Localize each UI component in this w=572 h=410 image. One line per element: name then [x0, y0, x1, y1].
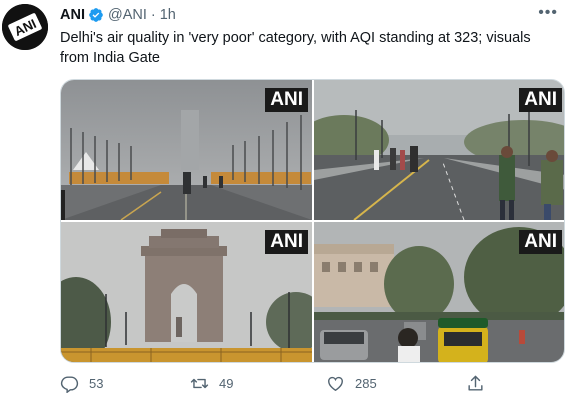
author-handle[interactable]: @ANI: [108, 7, 147, 23]
reply-icon: [60, 376, 79, 393]
tweet-header: ANI @ANI · 1h: [60, 6, 176, 24]
heart-icon: [328, 376, 343, 392]
ani-watermark: ANI: [265, 88, 308, 112]
tweet-timestamp[interactable]: 1h: [160, 7, 176, 23]
like-count: 285: [355, 376, 377, 391]
verified-badge-icon: [89, 8, 103, 22]
ani-watermark: ANI: [519, 88, 562, 112]
avatar[interactable]: ANI: [2, 4, 48, 50]
share-button[interactable]: [466, 374, 485, 393]
share-icon: [468, 375, 483, 391]
retweet-count: 49: [219, 376, 234, 391]
media-image-4[interactable]: ANI: [314, 222, 564, 362]
ani-watermark: ANI: [265, 230, 308, 254]
media-image-3[interactable]: ANI: [61, 222, 312, 362]
ani-watermark: ANI: [519, 230, 562, 254]
like-button[interactable]: 285: [326, 374, 377, 393]
media-image-2[interactable]: ANI: [314, 80, 564, 220]
author-name[interactable]: ANI: [60, 7, 85, 23]
retweet-icon: [190, 378, 209, 389]
reply-button[interactable]: 53: [60, 374, 103, 393]
ani-logo-icon: ANI: [2, 4, 48, 50]
more-options-icon[interactable]: •••: [538, 4, 558, 22]
tweet-text: Delhi's air quality in 'very poor' categ…: [60, 30, 531, 66]
retweet-button[interactable]: 49: [190, 374, 233, 393]
media-grid: ANI ANI ANI ANI: [60, 79, 565, 363]
media-image-1[interactable]: ANI: [61, 80, 312, 220]
action-bar: 53 49 285: [60, 374, 570, 398]
reply-count: 53: [89, 376, 104, 391]
separator-dot: ·: [150, 7, 156, 23]
